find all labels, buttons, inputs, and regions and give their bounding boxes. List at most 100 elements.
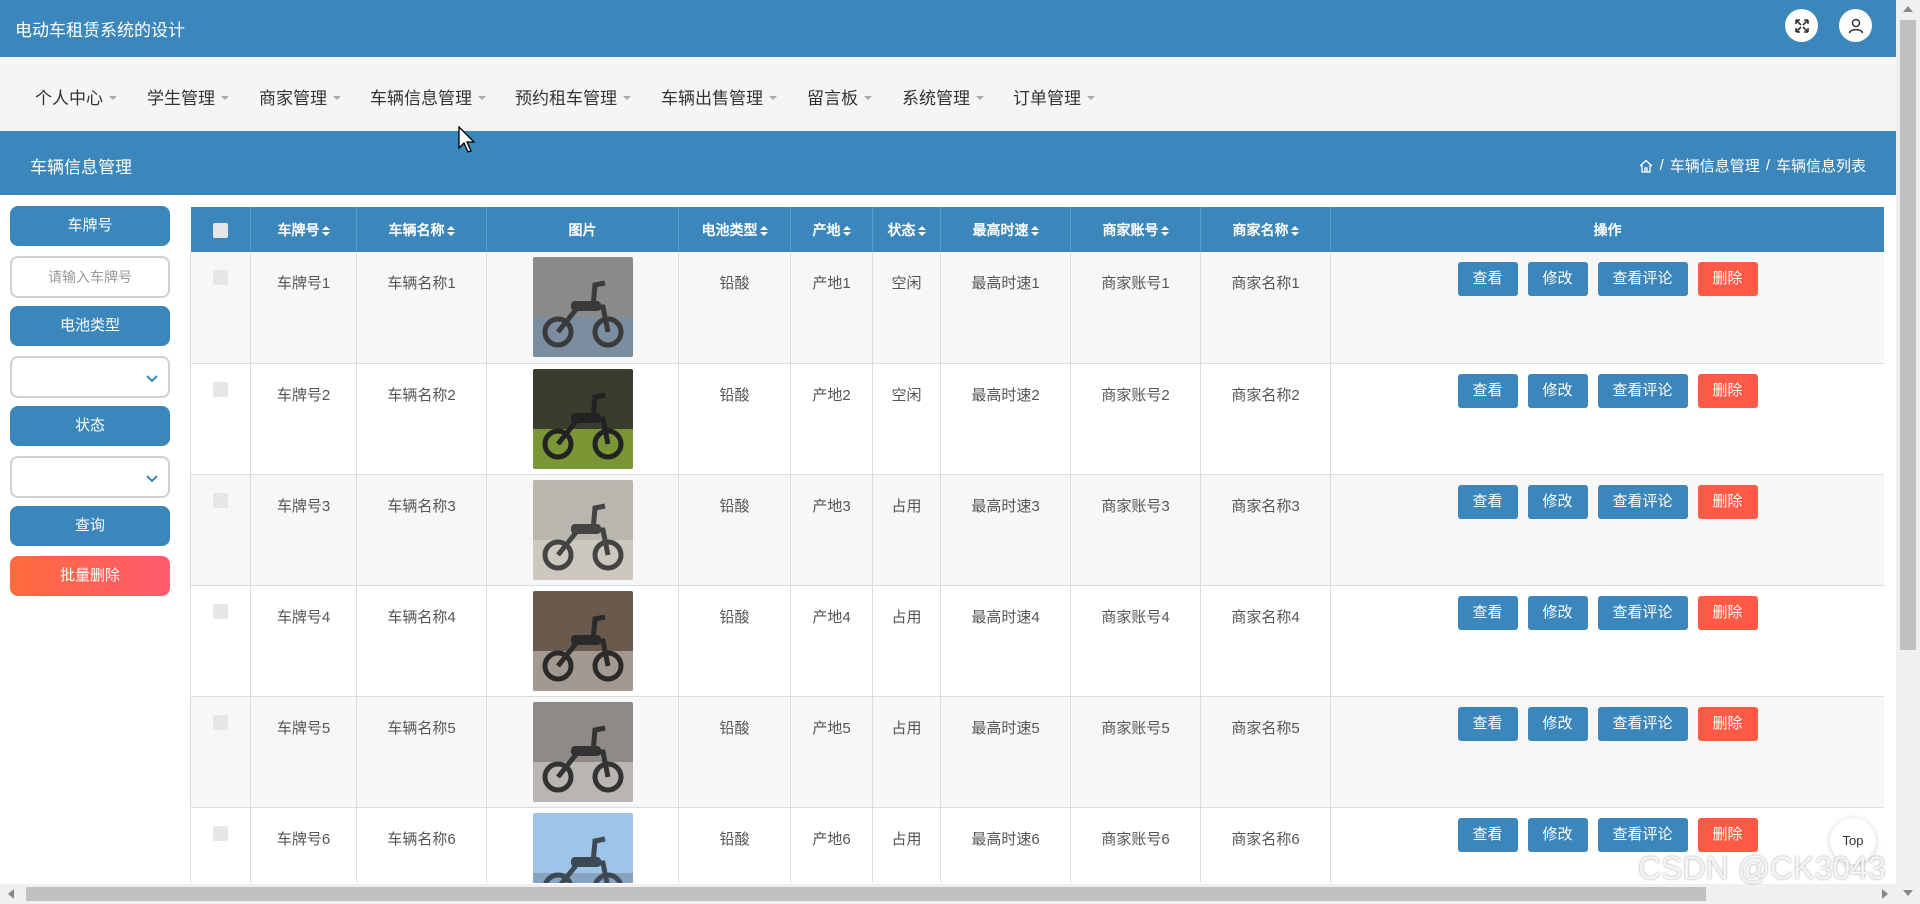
vertical-scrollbar[interactable] [1896,0,1920,904]
vertical-scroll-thumb[interactable] [1900,20,1916,650]
row-checkbox[interactable] [213,270,228,285]
sort-icon[interactable] [842,225,851,236]
sort-icon[interactable] [1030,225,1039,236]
row-checkbox-cell[interactable] [190,474,251,586]
col-battery[interactable]: 电池类型 [678,207,791,252]
top-header: 电动车租赁系统的设计 [0,0,1896,57]
mouse-cursor-icon [458,126,476,153]
cell-battery: 铅酸 [678,252,791,364]
edit-button[interactable]: 修改 [1527,262,1588,296]
page-header: 车辆信息管理 / 车辆信息管理 / 车辆信息列表 [0,131,1896,195]
edit-button[interactable]: 修改 [1527,484,1588,519]
row-checkbox[interactable] [213,381,228,397]
col-merchant-name[interactable]: 商家名称 [1200,207,1331,252]
breadcrumb-item[interactable]: 车辆信息管理 [1670,155,1760,176]
col-image: 图片 [486,207,679,252]
col-status[interactable]: 状态 [872,207,941,252]
battery-type-select[interactable] [10,356,170,398]
view-button[interactable]: 查看 [1457,484,1518,519]
status-select[interactable] [10,456,170,498]
edit-button[interactable]: 修改 [1527,817,1588,852]
cell-status: 空闲 [872,252,941,364]
row-checkbox-cell[interactable] [190,363,251,475]
sort-icon[interactable] [917,225,926,236]
view-button[interactable]: 查看 [1457,817,1518,852]
user-button[interactable] [1839,9,1872,42]
row-checkbox-cell[interactable] [190,696,251,808]
nav-item-vehicles[interactable]: 车辆信息管理 [370,84,486,109]
cell-image [486,363,679,475]
nav-item-system[interactable]: 系统管理 [902,84,984,109]
view-comments-button[interactable]: 查看评论 [1597,595,1688,630]
edit-button[interactable]: 修改 [1527,373,1588,408]
sort-icon[interactable] [446,225,455,236]
scroll-up-icon[interactable] [1903,6,1913,12]
delete-button[interactable]: 删除 [1697,706,1758,741]
col-origin[interactable]: 产地 [790,207,873,252]
vehicle-photo [532,812,633,883]
delete-button[interactable]: 删除 [1697,262,1758,296]
fullscreen-icon [1794,18,1809,33]
view-comments-button[interactable]: 查看评论 [1597,484,1688,519]
delete-button[interactable]: 删除 [1697,373,1758,408]
scroll-right-icon[interactable] [1882,889,1888,899]
row-checkbox[interactable] [213,825,228,841]
col-name[interactable]: 车辆名称 [356,207,487,252]
nav-item-reservations[interactable]: 预约租车管理 [515,84,631,109]
edit-button[interactable]: 修改 [1527,706,1588,741]
cell-status: 占用 [872,474,941,586]
view-button[interactable]: 查看 [1457,262,1518,296]
sort-icon[interactable] [759,225,768,236]
view-comments-button[interactable]: 查看评论 [1597,817,1688,852]
col-plate[interactable]: 车牌号 [250,207,357,252]
nav-item-students[interactable]: 学生管理 [147,84,229,109]
cell-merchant-name: 商家名称3 [1200,474,1331,586]
table-header-row: 车牌号 车辆名称 图片 电池类型 产地 状态 最高时速 商家账号 商家名称 操作 [190,207,1884,252]
vehicle-photo [532,701,633,802]
cell-plate: 车牌号5 [250,696,357,808]
delete-button[interactable]: 删除 [1697,595,1758,630]
scroll-down-icon[interactable] [1903,890,1913,896]
vehicle-table: 车牌号 车辆名称 图片 电池类型 产地 状态 最高时速 商家账号 商家名称 操作… [190,207,1884,883]
sort-icon[interactable] [321,225,330,236]
cell-speed: 最高时速3 [940,474,1071,586]
app-title: 电动车租赁系统的设计 [15,21,185,40]
row-checkbox-cell[interactable] [190,585,251,697]
row-checkbox-cell[interactable] [190,807,251,883]
view-button[interactable]: 查看 [1457,373,1518,408]
view-comments-button[interactable]: 查看评论 [1597,373,1688,408]
sort-icon[interactable] [1290,225,1299,236]
fullscreen-button[interactable] [1785,9,1818,42]
nav-item-sales[interactable]: 车辆出售管理 [661,84,777,109]
row-checkbox-cell[interactable] [190,252,251,364]
batch-delete-button[interactable]: 批量删除 [10,556,170,596]
delete-button[interactable]: 删除 [1697,484,1758,519]
home-icon[interactable] [1638,158,1654,174]
view-button[interactable]: 查看 [1457,595,1518,630]
nav-item-orders[interactable]: 订单管理 [1013,84,1095,109]
view-comments-button[interactable]: 查看评论 [1597,706,1688,741]
select-all-checkbox[interactable] [190,207,251,252]
row-checkbox[interactable] [213,492,228,508]
col-merchant-account[interactable]: 商家账号 [1070,207,1201,252]
nav-item-personal-center[interactable]: 个人中心 [35,84,117,109]
view-button[interactable]: 查看 [1457,706,1518,741]
horizontal-scroll-thumb[interactable] [26,887,1706,901]
query-button[interactable]: 查询 [10,506,170,546]
cell-name: 车辆名称1 [356,252,487,364]
nav-item-merchants[interactable]: 商家管理 [259,84,341,109]
nav-item-message-board[interactable]: 留言板 [807,84,872,109]
vehicle-photo [532,368,633,469]
cell-origin: 产地1 [790,252,873,364]
sort-icon[interactable] [1160,225,1169,236]
delete-button[interactable]: 删除 [1697,817,1758,852]
caret-down-icon [109,95,117,100]
scroll-left-icon[interactable] [8,889,14,899]
row-checkbox[interactable] [213,603,228,619]
col-speed[interactable]: 最高时速 [940,207,1071,252]
row-checkbox[interactable] [213,714,228,730]
horizontal-scrollbar[interactable] [0,884,1896,904]
edit-button[interactable]: 修改 [1527,595,1588,630]
plate-search-input[interactable]: 请输入车牌号 [10,256,170,298]
view-comments-button[interactable]: 查看评论 [1597,262,1688,296]
